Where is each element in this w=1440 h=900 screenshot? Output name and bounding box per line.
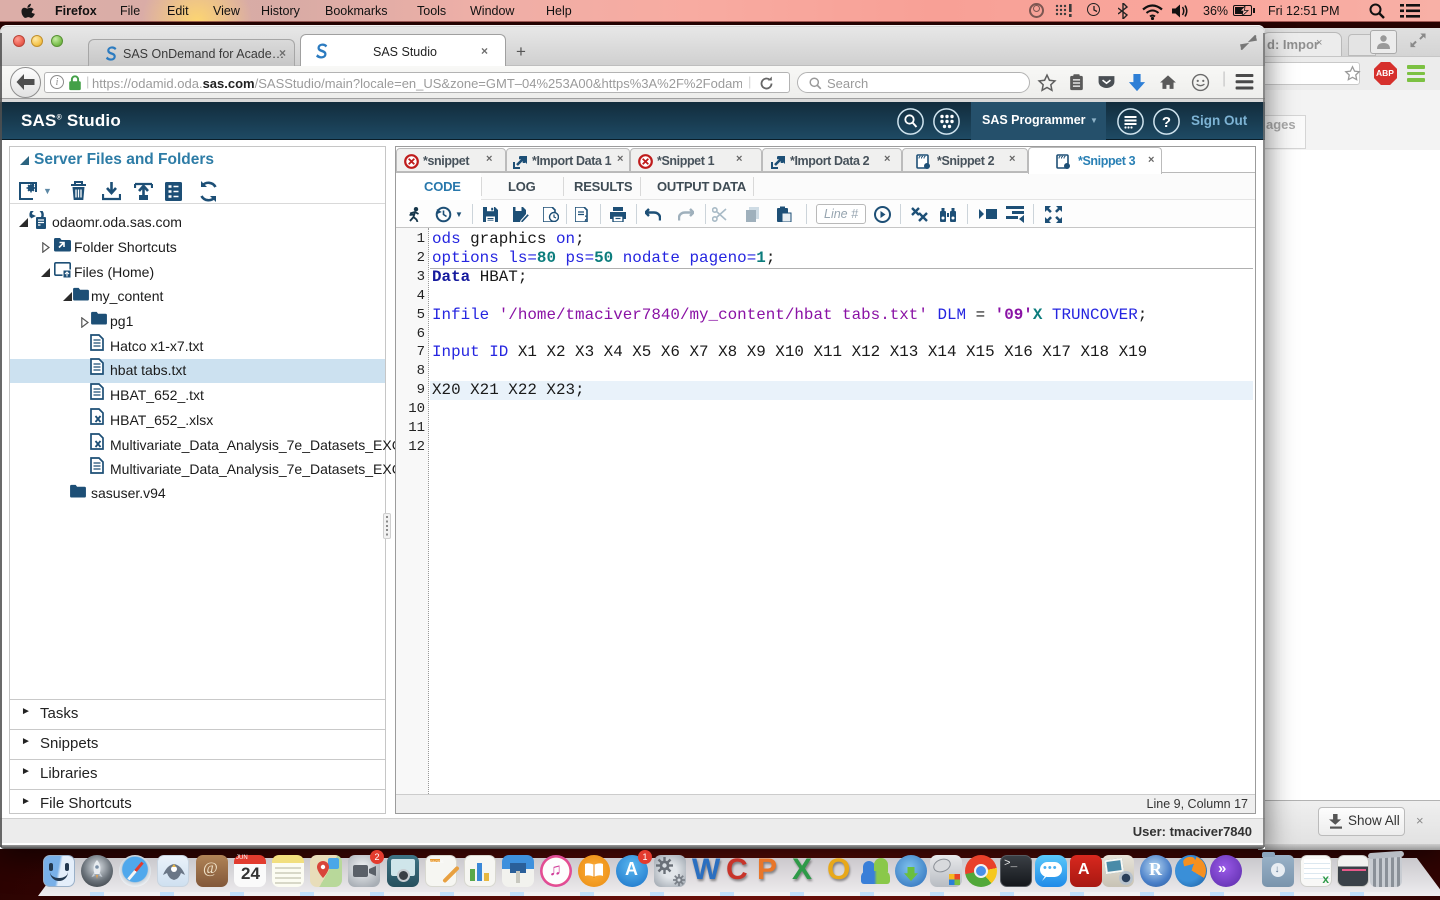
svg-text:;: ; [583,214,588,223]
svg-text:?: ? [1162,114,1171,131]
